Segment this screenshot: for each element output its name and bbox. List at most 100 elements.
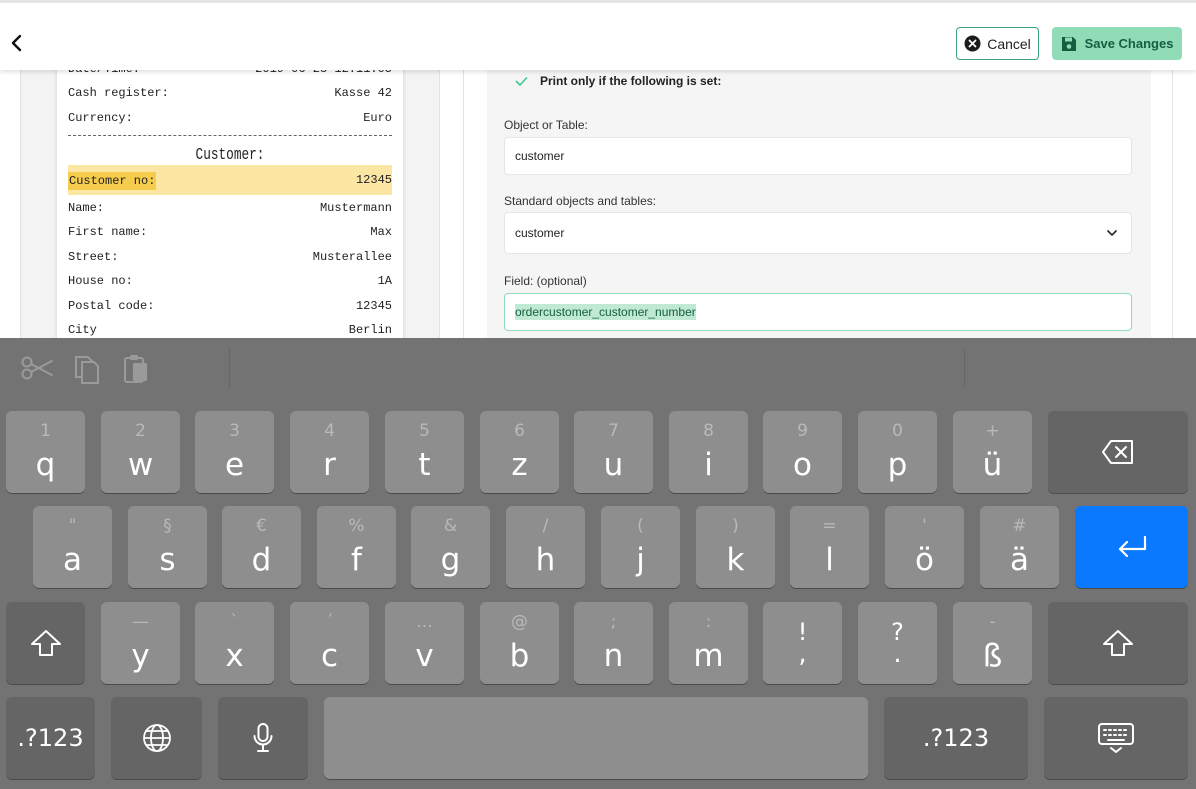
key-s[interactable]: § s [128, 506, 207, 588]
key-a-umlaut[interactable]: # ä [980, 506, 1059, 588]
key-letter: p [887, 447, 908, 483]
key-u[interactable]: 7u [574, 411, 653, 493]
on-screen-keyboard: 1q 2w 3e 4r 5t 6z 7u 8i 9o 0p + ü " a § s €… [0, 338, 1196, 789]
key-hint: 9 [797, 421, 808, 441]
field-input[interactable]: ordercustomer_customer_number [504, 293, 1132, 331]
key-r[interactable]: 4r [290, 411, 369, 493]
backspace-key[interactable] [1048, 411, 1188, 493]
key-letter: s [159, 542, 176, 578]
key-hint: ; [610, 612, 617, 632]
object-input[interactable]: customer [504, 137, 1132, 175]
key-letter: f [351, 542, 362, 578]
receipt-row: Street: Musterallee [68, 249, 392, 265]
key-c[interactable]: ´ c [290, 602, 369, 684]
backspace-icon [1102, 440, 1133, 464]
key-letter: q [35, 447, 56, 483]
space-key[interactable] [324, 697, 868, 779]
receipt-row: Cash register: Kasse 42 [68, 85, 392, 101]
key-m[interactable]: :m [669, 602, 748, 684]
receipt-row-value: Berlin [348, 323, 392, 337]
key-o[interactable]: 9o [763, 411, 842, 493]
numbers-key-right[interactable]: .?123 [884, 697, 1028, 779]
shift-key-left[interactable] [6, 602, 85, 684]
back-button[interactable] [6, 31, 28, 55]
numbers-key-left[interactable]: .?123 [6, 697, 95, 779]
key-eszett[interactable]: -ß [953, 602, 1032, 684]
key-letter: u [603, 447, 624, 483]
key-n[interactable]: ; n [574, 602, 653, 684]
print-condition-checkbox[interactable]: Print only if the following is set: [515, 74, 721, 88]
receipt-row-key: Street: [68, 250, 119, 264]
key-l[interactable]: = l [790, 506, 869, 588]
key-hint: ( [637, 516, 644, 536]
print-condition-form: Print only if the following is set: Obje… [487, 67, 1151, 342]
key-g[interactable]: & g [411, 506, 490, 588]
key-t[interactable]: 5t [385, 411, 464, 493]
copy-icon[interactable] [73, 353, 101, 385]
receipt-row-key: Customer no: [68, 172, 157, 190]
key-y[interactable]: — y [101, 602, 180, 684]
key-letter: k [726, 542, 745, 578]
key-letter: x [225, 638, 244, 674]
key-q[interactable]: 1q [6, 411, 85, 493]
key-hint: 1 [40, 421, 51, 441]
key-letter: y [131, 638, 150, 674]
paste-icon[interactable] [122, 353, 150, 385]
key-z[interactable]: 6z [480, 411, 559, 493]
globe-key[interactable] [111, 697, 202, 779]
key-p[interactable]: 0p [858, 411, 937, 493]
key-f[interactable]: % f [317, 506, 396, 588]
key-hint: € [256, 516, 267, 536]
key-h[interactable]: / h [506, 506, 585, 588]
cancel-label: Cancel [987, 35, 1031, 52]
return-key[interactable] [1075, 506, 1188, 588]
shift-icon [30, 630, 61, 656]
hide-keyboard-key[interactable] [1044, 697, 1188, 779]
key-o-umlaut[interactable]: ' ö [885, 506, 964, 588]
receipt: Date/Time: 2019-06-28 12:11:05 Cash regi… [57, 50, 403, 342]
key-hint: 7 [608, 421, 619, 441]
scissors-icon[interactable] [20, 353, 54, 383]
key-letter: g [440, 542, 461, 578]
receipt-row-value: 12345 [355, 299, 392, 313]
key-letter: n [603, 638, 624, 674]
print-condition-label: Print only if the following is set: [540, 74, 722, 88]
key-a[interactable]: " a [33, 506, 112, 588]
key-letter: j [636, 542, 645, 578]
standard-objects-select[interactable]: customer [504, 212, 1132, 254]
key-k[interactable]: ) k [696, 506, 775, 588]
dictation-key[interactable] [218, 697, 308, 779]
key-letter: ä [1010, 542, 1029, 578]
cancel-button[interactable]: Cancel [956, 27, 1039, 60]
key-hint: @ [511, 612, 528, 632]
key-e[interactable]: 3e [195, 411, 274, 493]
save-label: Save Changes [1084, 36, 1174, 51]
key-hint: + [985, 421, 1000, 441]
key-hint: - [989, 612, 996, 632]
key-letter: l [825, 542, 834, 578]
key-comma[interactable]: !, [763, 602, 842, 684]
receipt-row-value: Kasse 42 [334, 86, 392, 100]
keyboard-hide-icon [1098, 723, 1134, 753]
key-hint: : [705, 612, 712, 632]
key-j[interactable]: (j [601, 506, 680, 588]
chevron-down-icon [1107, 230, 1117, 236]
chevron-left-icon [11, 34, 22, 52]
receipt-highlight-row[interactable]: Customer no: 12345 [68, 172, 392, 190]
key-letter: b [509, 638, 530, 674]
key-period[interactable]: ?. [858, 602, 937, 684]
key-letter: i [704, 447, 713, 483]
key-b[interactable]: @ b [480, 602, 559, 684]
key-letter: m [693, 638, 724, 674]
shift-key-right[interactable] [1048, 602, 1188, 684]
key-v[interactable]: ... v [385, 602, 464, 684]
save-changes-button[interactable]: Save Changes [1052, 27, 1182, 60]
return-icon [1118, 535, 1146, 558]
key-i[interactable]: 8i [669, 411, 748, 493]
key-x[interactable]: ` x [195, 602, 274, 684]
key-u-umlaut[interactable]: + ü [953, 411, 1032, 493]
key-letter: ü [982, 447, 1003, 483]
key-d[interactable]: € d [222, 506, 301, 588]
key-w[interactable]: 2w [101, 411, 180, 493]
key-hint: % [348, 516, 365, 536]
